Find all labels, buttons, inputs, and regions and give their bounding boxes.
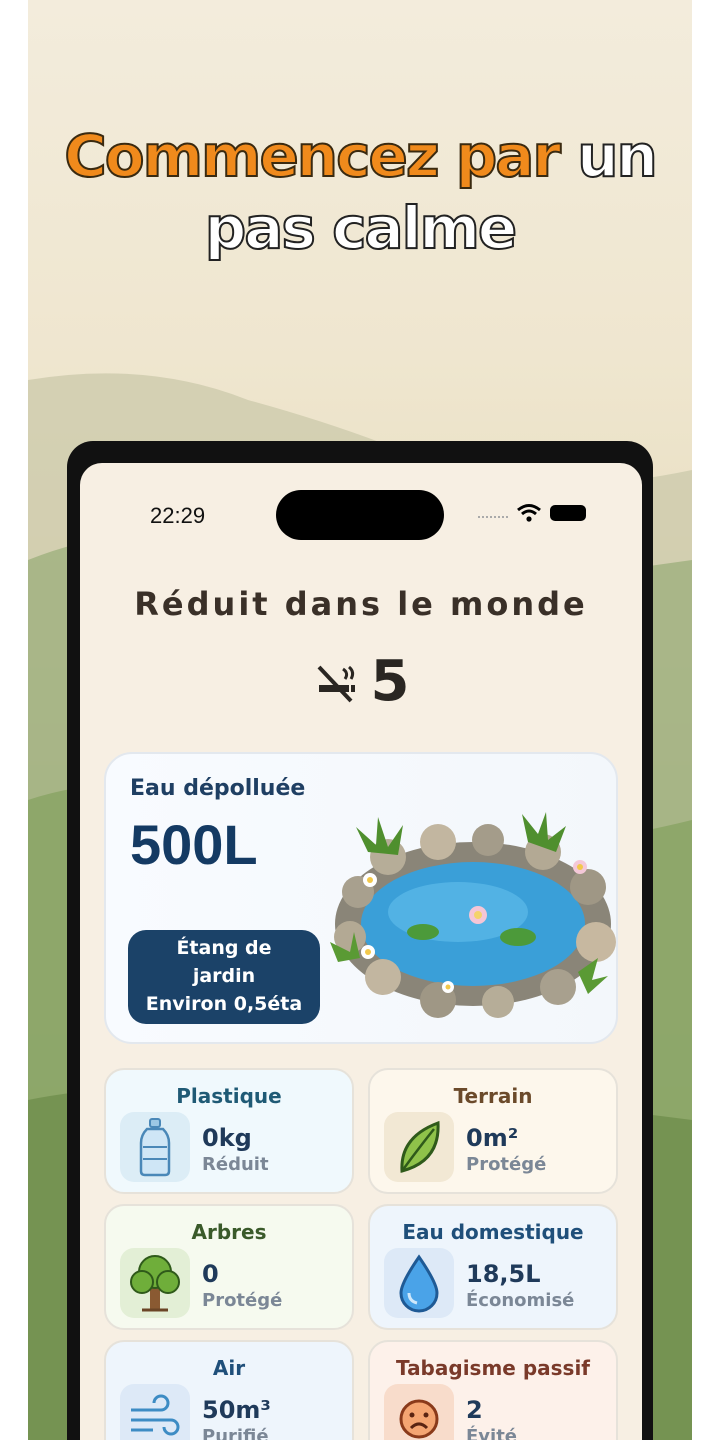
stat-value: 0 <box>202 1260 219 1288</box>
garden-pond-illustration <box>330 812 616 1018</box>
stat-sub: Purifié <box>202 1426 269 1440</box>
stat-title: Air <box>212 1356 246 1380</box>
stat-title: Arbres <box>191 1220 267 1244</box>
stat-card-terrain[interactable]: Terrain 0m² Protégé <box>368 1068 618 1194</box>
signal-icon <box>478 516 508 520</box>
water-card-label: Eau dépolluée <box>130 776 306 801</box>
pill-line-2: jardin <box>192 965 256 987</box>
stat-sub: Protégé <box>202 1290 283 1311</box>
cigarette-count: 5 <box>80 649 642 714</box>
stat-value: 50m³ <box>202 1396 271 1424</box>
stat-value: 0kg <box>202 1124 252 1152</box>
stat-title: Plastique <box>176 1084 282 1108</box>
page-title: Réduit dans le monde <box>134 585 588 623</box>
status-time: 22:29 <box>150 503 206 528</box>
stat-sub: Économisé <box>466 1290 575 1311</box>
pill-line-1: Étang de <box>176 937 272 959</box>
stat-value: 18,5L <box>466 1260 541 1288</box>
water-drop-icon <box>384 1248 454 1318</box>
status-icons <box>478 503 586 523</box>
battery-icon <box>550 505 586 521</box>
stat-value: 2 <box>466 1396 483 1424</box>
equivalence-pill: Étang de jardin Environ 0,5éta <box>128 930 320 1024</box>
no-smoking-icon <box>317 665 355 702</box>
stat-sub: Évité <box>466 1426 518 1440</box>
stat-title: Eau domestique <box>402 1220 584 1244</box>
phone-screen: 22:29 Réduit dans le monde 5 Eau dépollu… <box>80 463 642 1440</box>
headline: Commencez par un pas calme <box>28 120 692 264</box>
stat-sub: Réduit <box>202 1154 269 1175</box>
dynamic-island <box>276 490 444 540</box>
headline-plain-2: pas calme <box>204 193 519 263</box>
wifi-icon <box>517 504 541 522</box>
stat-card-tabagisme-passif[interactable]: Tabagisme passif 2 Évité <box>368 1340 618 1440</box>
wind-icon <box>120 1384 190 1440</box>
headline-plain-1: un <box>559 121 659 191</box>
stat-card-arbres[interactable]: Arbres 0 Protégé <box>104 1204 354 1330</box>
stat-title: Terrain <box>453 1084 533 1108</box>
stat-value: 0m² <box>466 1124 519 1152</box>
stat-card-eau-domestique[interactable]: Eau domestique 18,5L Économisé <box>368 1204 618 1330</box>
water-bottle-icon <box>120 1112 190 1182</box>
leaf-icon <box>384 1112 454 1182</box>
water-depolluted-card[interactable]: Eau dépolluée 500L Étang de jardin Envir… <box>104 752 618 1044</box>
headline-highlight: Commencez par <box>63 121 562 191</box>
stat-sub: Protégé <box>466 1154 547 1175</box>
pill-line-3: Environ 0,5éta <box>145 993 303 1015</box>
stat-card-plastique[interactable]: Plastique 0kg Réduit <box>104 1068 354 1194</box>
sad-face-icon <box>384 1384 454 1440</box>
water-card-value: 500L <box>130 813 258 876</box>
stat-title: Tabagisme passif <box>396 1356 590 1380</box>
tree-icon <box>120 1248 190 1318</box>
count-value: 5 <box>370 649 410 714</box>
stat-card-air[interactable]: Air 50m³ Purifié <box>104 1340 354 1440</box>
